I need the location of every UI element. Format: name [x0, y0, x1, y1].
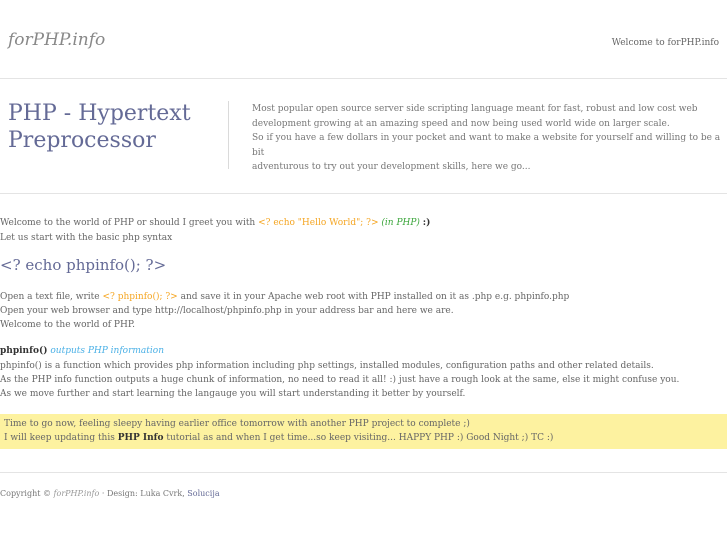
note-line1: Time to go now, feeling sleepy having ea…: [4, 419, 470, 429]
footer-copyright: Copyright ©: [0, 489, 54, 498]
footer-design: · Design: Luka Cvrk,: [99, 489, 188, 498]
steps-line3: Welcome to the world of PHP.: [0, 320, 135, 330]
steps-suffix: and save it in your Apache web root with…: [177, 292, 570, 302]
phpinfo-line1: phpinfo() is a function which provides p…: [0, 361, 654, 371]
hero-title-line2: Preprocessor: [8, 128, 156, 153]
hero-title-line1: PHP - Hypertext: [8, 101, 191, 126]
phpinfo-line3: As we move further and start learning th…: [0, 389, 466, 399]
note-text: I will keep updating this: [4, 433, 118, 443]
smiley: :): [422, 218, 431, 228]
steps-line1: Open a text file, write <? phpinfo(); ?>…: [0, 292, 569, 302]
hero-description: Most popular open source server side scr…: [252, 102, 724, 175]
footer-link-solucija[interactable]: Solucija: [187, 489, 219, 498]
note-suffix: tutorial as and when I get time...so kee…: [163, 433, 554, 443]
hero-desc-line3: So if you have a few dollars in your poc…: [252, 133, 721, 158]
steps-text: Open a text file, write: [0, 292, 103, 302]
hero-desc-line4: adventurous to try out your development …: [252, 162, 531, 172]
site-logo[interactable]: forPHP.info: [8, 30, 105, 50]
header-divider: [0, 78, 727, 79]
hero-divider: [0, 193, 727, 194]
footer-site: forPHP.info: [53, 489, 100, 498]
note-bold: PHP Info: [117, 433, 164, 443]
footer-divider: [0, 472, 727, 473]
hello-world-code: <? echo "Hello World"; ?>: [258, 218, 379, 228]
code-heading: <? echo phpinfo(); ?>: [0, 256, 167, 274]
intro-line2: Let us start with the basic php syntax: [0, 233, 173, 243]
intro-line1: Welcome to the world of PHP or should I …: [0, 218, 430, 228]
steps-line2: Open your web browser and type http://lo…: [0, 306, 454, 316]
hero-desc-line1: Most popular open source server side scr…: [252, 104, 698, 114]
intro-text: Welcome to the world of PHP or should I …: [0, 218, 259, 228]
phpinfo-func: phpinfo(): [0, 346, 48, 356]
in-php-label: (in PHP): [381, 218, 420, 228]
note-box: Time to go now, feeling sleepy having ea…: [0, 414, 727, 449]
phpinfo-link[interactable]: outputs PHP information: [50, 346, 164, 356]
hero-vertical-divider: [228, 101, 229, 169]
hero-title: PHP - Hypertext Preprocessor: [8, 100, 223, 154]
footer: Copyright © forPHP.info · Design: Luka C…: [0, 489, 220, 498]
hero-desc-line2: development growing at an amazing speed …: [252, 118, 670, 129]
phpinfo-line2: As the PHP info function outputs a huge …: [0, 375, 680, 385]
note-line2: I will keep updating this PHP Info tutor…: [4, 433, 553, 443]
welcome-text: Welcome to forPHP.info: [611, 38, 719, 48]
phpinfo-code: <? phpinfo(); ?>: [102, 292, 178, 302]
phpinfo-heading: phpinfo() outputs PHP information: [0, 346, 164, 356]
